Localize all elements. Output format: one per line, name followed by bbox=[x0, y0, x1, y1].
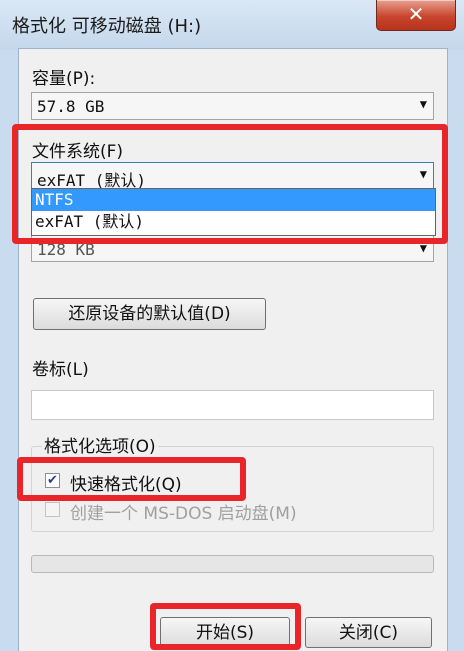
msdos-boot-checkbox bbox=[45, 502, 60, 517]
window-title: 格式化 可移动磁盘 (H:) bbox=[12, 16, 202, 37]
title-bar: 格式化 可移动磁盘 (H:) ✕ bbox=[0, 0, 464, 50]
close-window-button[interactable]: ✕ bbox=[376, 0, 456, 31]
volume-label-input[interactable] bbox=[31, 390, 434, 420]
capacity-value: 57.8 GB bbox=[37, 97, 105, 116]
msdos-boot-label: 创建一个 MS-DOS 启动盘(M) bbox=[70, 504, 297, 524]
close-icon: ✕ bbox=[407, 2, 425, 26]
filesystem-highlight-box bbox=[12, 124, 448, 244]
restore-defaults-button[interactable]: 还原设备的默认值(D) bbox=[33, 298, 266, 330]
capacity-select[interactable]: 57.8 GB ▼ bbox=[31, 92, 434, 120]
chevron-down-icon: ▼ bbox=[419, 97, 427, 111]
format-options-legend: 格式化选项(O) bbox=[42, 432, 158, 457]
capacity-label: 容量(P): bbox=[32, 69, 96, 89]
quick-format-highlight-box bbox=[17, 457, 246, 501]
volume-label-label: 卷标(L) bbox=[32, 360, 89, 380]
format-progress-bar bbox=[31, 555, 434, 573]
close-button[interactable]: 关闭(C) bbox=[305, 617, 432, 648]
start-button-highlight-box bbox=[150, 603, 301, 650]
